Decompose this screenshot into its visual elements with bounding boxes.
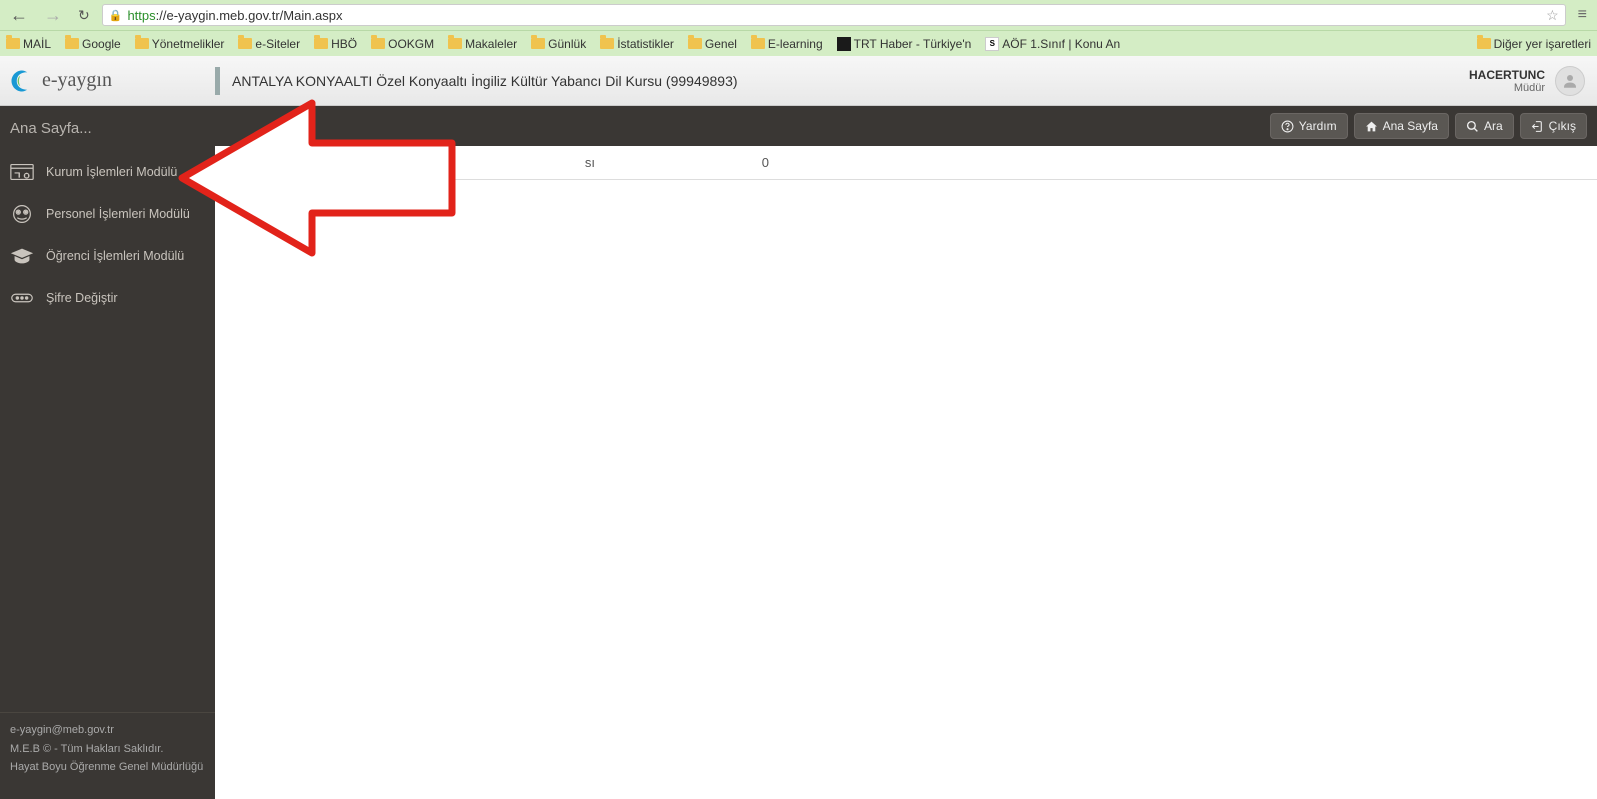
help-icon: [1281, 120, 1294, 133]
search-icon: [1466, 120, 1479, 133]
footer-email: e-yaygin@meb.gov.tr: [10, 721, 205, 740]
exit-button[interactable]: Çıkış: [1520, 113, 1587, 139]
bookmark-item[interactable]: OOKGM: [371, 37, 434, 51]
sidebar: Ana Sayfa... Kurum İşlemleri Modülü: [0, 106, 215, 799]
user-icon: [1561, 72, 1579, 90]
content-toolbar: Yardım Ana Sayfa Ara Çıkış: [215, 106, 1597, 146]
sidebar-title: Ana Sayfa...: [0, 106, 215, 151]
back-button[interactable]: ←: [6, 5, 32, 26]
avatar[interactable]: [1555, 66, 1585, 96]
sidebar-item-label: Kurum İşlemleri Modülü: [46, 165, 177, 179]
home-icon: [1365, 120, 1378, 133]
folder-icon: [751, 38, 765, 49]
content-area: Yardım Ana Sayfa Ara Çıkış sı 0: [215, 106, 1597, 799]
bookmark-item[interactable]: Genel: [688, 37, 737, 51]
bookmark-item[interactable]: İstatistikler: [600, 37, 674, 51]
browser-toolbar: ← → ↻ 🔒 https://e-yaygin.meb.gov.tr/Main…: [0, 0, 1597, 30]
info-value: 0: [635, 155, 785, 170]
bookmark-other[interactable]: Diğer yer işaretleri: [1477, 37, 1591, 51]
logo-text: e-yaygın: [42, 69, 112, 92]
bookmark-item[interactable]: Yönetmelikler: [135, 37, 225, 51]
site-icon: S: [985, 37, 999, 51]
user-name: HACERTUNC: [1469, 68, 1545, 82]
sidebar-item-personel[interactable]: Personel İşlemleri Modülü: [0, 193, 215, 235]
folder-icon: [688, 38, 702, 49]
footer-org: Hayat Boyu Öğrenme Genel Müdürlüğü: [10, 758, 205, 777]
bookmark-item[interactable]: e-Siteler: [238, 37, 300, 51]
bookmark-item[interactable]: Günlük: [531, 37, 586, 51]
sidebar-item-ogrenci[interactable]: Öğrenci İşlemleri Modülü: [0, 235, 215, 277]
info-label: sı: [215, 155, 635, 170]
star-icon[interactable]: ☆: [1546, 7, 1559, 24]
folder-icon: [448, 38, 462, 49]
sidebar-footer: e-yaygin@meb.gov.tr M.E.B © - Tüm Haklar…: [0, 712, 215, 799]
app-header: e-yaygın ANTALYA KONYAALTI Özel Konyaalt…: [0, 56, 1597, 106]
home-button[interactable]: Ana Sayfa: [1354, 113, 1449, 139]
app-logo-icon: [8, 67, 36, 95]
face-icon: [8, 203, 36, 225]
folder-icon: [531, 38, 545, 49]
user-info: HACERTUNC Müdür: [1469, 68, 1545, 94]
folder-icon: [600, 38, 614, 49]
building-icon: [8, 161, 36, 183]
bookmark-aof[interactable]: SAÖF 1.Sınıf | Konu An: [985, 37, 1120, 51]
exit-icon: [1531, 120, 1544, 133]
folder-icon: [65, 38, 79, 49]
bookmark-item[interactable]: HBÖ: [314, 37, 357, 51]
lock-icon: 🔒: [109, 9, 123, 22]
reload-button[interactable]: ↻: [74, 7, 94, 24]
help-button[interactable]: Yardım: [1270, 113, 1348, 139]
url-text: https://e-yaygin.meb.gov.tr/Main.aspx: [127, 8, 1541, 23]
footer-copyright: M.E.B © - Tüm Hakları Saklıdır.: [10, 740, 205, 759]
site-icon: [837, 37, 851, 51]
search-button[interactable]: Ara: [1455, 113, 1514, 139]
url-bar[interactable]: 🔒 https://e-yaygin.meb.gov.tr/Main.aspx …: [102, 4, 1566, 26]
folder-icon: [314, 38, 328, 49]
graduation-cap-icon: [8, 245, 36, 267]
user-role: Müdür: [1469, 82, 1545, 94]
folder-icon: [135, 38, 149, 49]
bookmark-trt[interactable]: TRT Haber - Türkiye'n: [837, 37, 972, 51]
user-area: HACERTUNC Müdür: [1469, 66, 1597, 96]
sidebar-item-label: Personel İşlemleri Modülü: [46, 207, 190, 221]
folder-icon: [1477, 38, 1491, 49]
bookmark-item[interactable]: E-learning: [751, 37, 823, 51]
info-row: sı 0: [215, 146, 1597, 180]
password-icon: [8, 287, 36, 309]
bookmark-item[interactable]: MAİL: [6, 37, 51, 51]
sidebar-item-kurum[interactable]: Kurum İşlemleri Modülü: [0, 151, 215, 193]
divider: [215, 67, 220, 95]
hamburger-menu-icon[interactable]: ≡: [1574, 6, 1591, 24]
sidebar-item-label: Şifre Değiştir: [46, 291, 118, 305]
logo-area[interactable]: e-yaygın: [0, 67, 215, 95]
institution-name: ANTALYA KONYAALTI Özel Konyaaltı İngiliz…: [232, 73, 1469, 89]
bookmarks-bar: MAİL Google Yönetmelikler e-Siteler HBÖ …: [0, 30, 1597, 56]
sidebar-item-label: Öğrenci İşlemleri Modülü: [46, 249, 184, 263]
folder-icon: [238, 38, 252, 49]
content-body: sı 0: [215, 146, 1597, 799]
bookmark-item[interactable]: Makaleler: [448, 37, 517, 51]
forward-button[interactable]: →: [40, 5, 66, 26]
sidebar-menu: Kurum İşlemleri Modülü Personel İşlemler…: [0, 151, 215, 712]
folder-icon: [371, 38, 385, 49]
folder-icon: [6, 38, 20, 49]
bookmark-item[interactable]: Google: [65, 37, 121, 51]
sidebar-item-sifre[interactable]: Şifre Değiştir: [0, 277, 215, 319]
